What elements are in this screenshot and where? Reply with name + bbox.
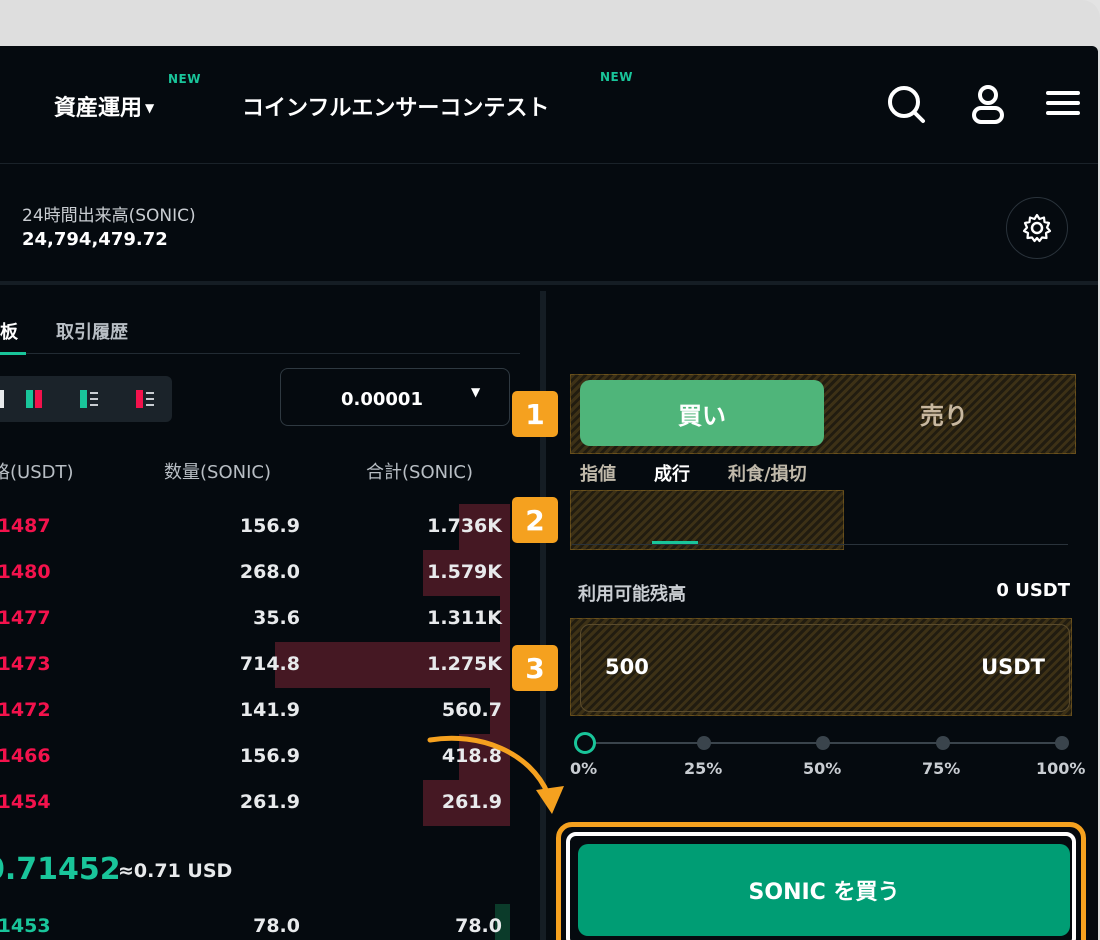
tab-divider: [572, 544, 1068, 545]
highlight-order-type: [570, 490, 844, 550]
slider-label: 75%: [922, 759, 961, 778]
slider-handle[interactable]: [574, 732, 596, 754]
app-frame: 資産運用 ▼ NEW コインフルエンサーコンテスト NEW 24時間出来高(SON…: [0, 46, 1098, 940]
tab-tp-sl[interactable]: 利食/損切: [728, 460, 807, 486]
buy-sonic-button[interactable]: SONIC を買う: [578, 844, 1070, 936]
amount-unit: USDT: [981, 655, 1045, 679]
tab-market[interactable]: 成行: [654, 460, 690, 486]
slider-label: 25%: [684, 759, 723, 778]
available-balance-label: 利用可能残高: [578, 584, 686, 605]
slider-stop-50[interactable]: [816, 736, 830, 750]
tab-limit[interactable]: 指値: [580, 460, 616, 486]
step-badge: 3: [512, 645, 558, 691]
slider-label: 100%: [1036, 759, 1086, 778]
amount-value: 500: [605, 655, 649, 679]
order-panel: 買い 売り 1 指値 成行 利食/損切 2 利用可能残高 0 USDT 500 …: [0, 46, 1098, 940]
slider-label: 0%: [570, 759, 598, 778]
buy-side-tab[interactable]: 買い: [580, 380, 824, 446]
step-badge: 1: [512, 391, 558, 437]
available-balance-value: 0 USDT: [996, 580, 1070, 601]
slider-stop-100[interactable]: [1055, 736, 1069, 750]
slider-stop-75[interactable]: [936, 736, 950, 750]
sell-side-tab[interactable]: 売り: [824, 380, 1064, 446]
annotation-arrow-icon: [427, 735, 564, 814]
tab-active-indicator: [652, 541, 698, 544]
slider-stop-25[interactable]: [697, 736, 711, 750]
slider-label: 50%: [803, 759, 842, 778]
amount-input[interactable]: 500 USDT: [580, 624, 1070, 712]
step-badge: 2: [512, 497, 558, 543]
